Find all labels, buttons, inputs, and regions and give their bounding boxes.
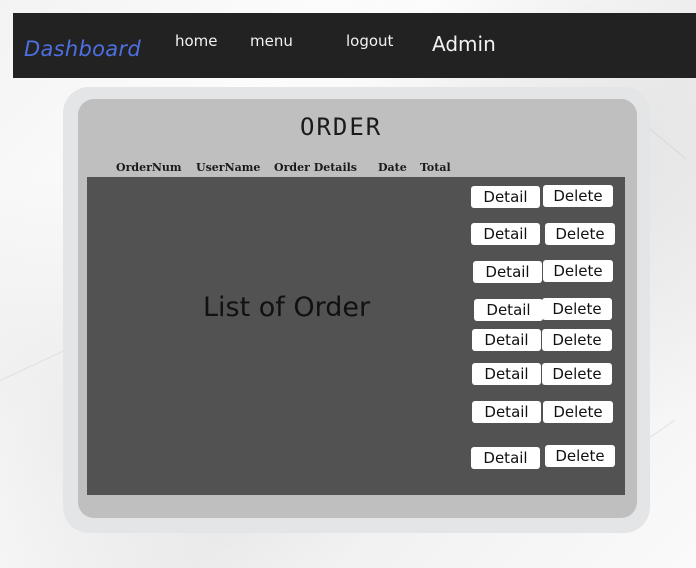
delete-button[interactable]: Delete [545, 223, 615, 245]
delete-button[interactable]: Delete [543, 185, 613, 207]
nav-admin-label: Admin [432, 32, 496, 56]
detail-button[interactable]: Detail [474, 299, 543, 321]
column-header-total: Total [420, 161, 451, 174]
brand-title[interactable]: Dashboard [24, 37, 141, 61]
detail-button[interactable]: Detail [471, 186, 540, 208]
delete-button[interactable]: Delete [542, 363, 612, 385]
page-title: ORDER [300, 113, 383, 141]
column-header-date: Date [378, 161, 407, 174]
delete-button[interactable]: Delete [543, 401, 613, 423]
delete-button[interactable]: Delete [543, 260, 613, 282]
delete-button[interactable]: Delete [542, 329, 612, 351]
nav-logout-link[interactable]: logout [346, 32, 393, 50]
delete-button[interactable]: Delete [545, 445, 615, 467]
column-header-order-details: Order Details [274, 161, 357, 174]
detail-button[interactable]: Detail [471, 447, 540, 469]
nav-menu-link[interactable]: menu [250, 32, 293, 50]
top-navbar: Dashboard home menu logout Admin [13, 13, 696, 78]
order-list-placeholder: List of Order [203, 292, 371, 323]
detail-button[interactable]: Detail [472, 363, 541, 385]
nav-home-link[interactable]: home [175, 32, 218, 50]
detail-button[interactable]: Detail [473, 261, 542, 283]
column-header-ordernum: OrderNum [116, 161, 182, 174]
delete-button[interactable]: Delete [542, 298, 612, 320]
detail-button[interactable]: Detail [472, 329, 541, 351]
detail-button[interactable]: Detail [472, 401, 541, 423]
column-header-username: UserName [196, 161, 261, 174]
detail-button[interactable]: Detail [471, 223, 540, 245]
